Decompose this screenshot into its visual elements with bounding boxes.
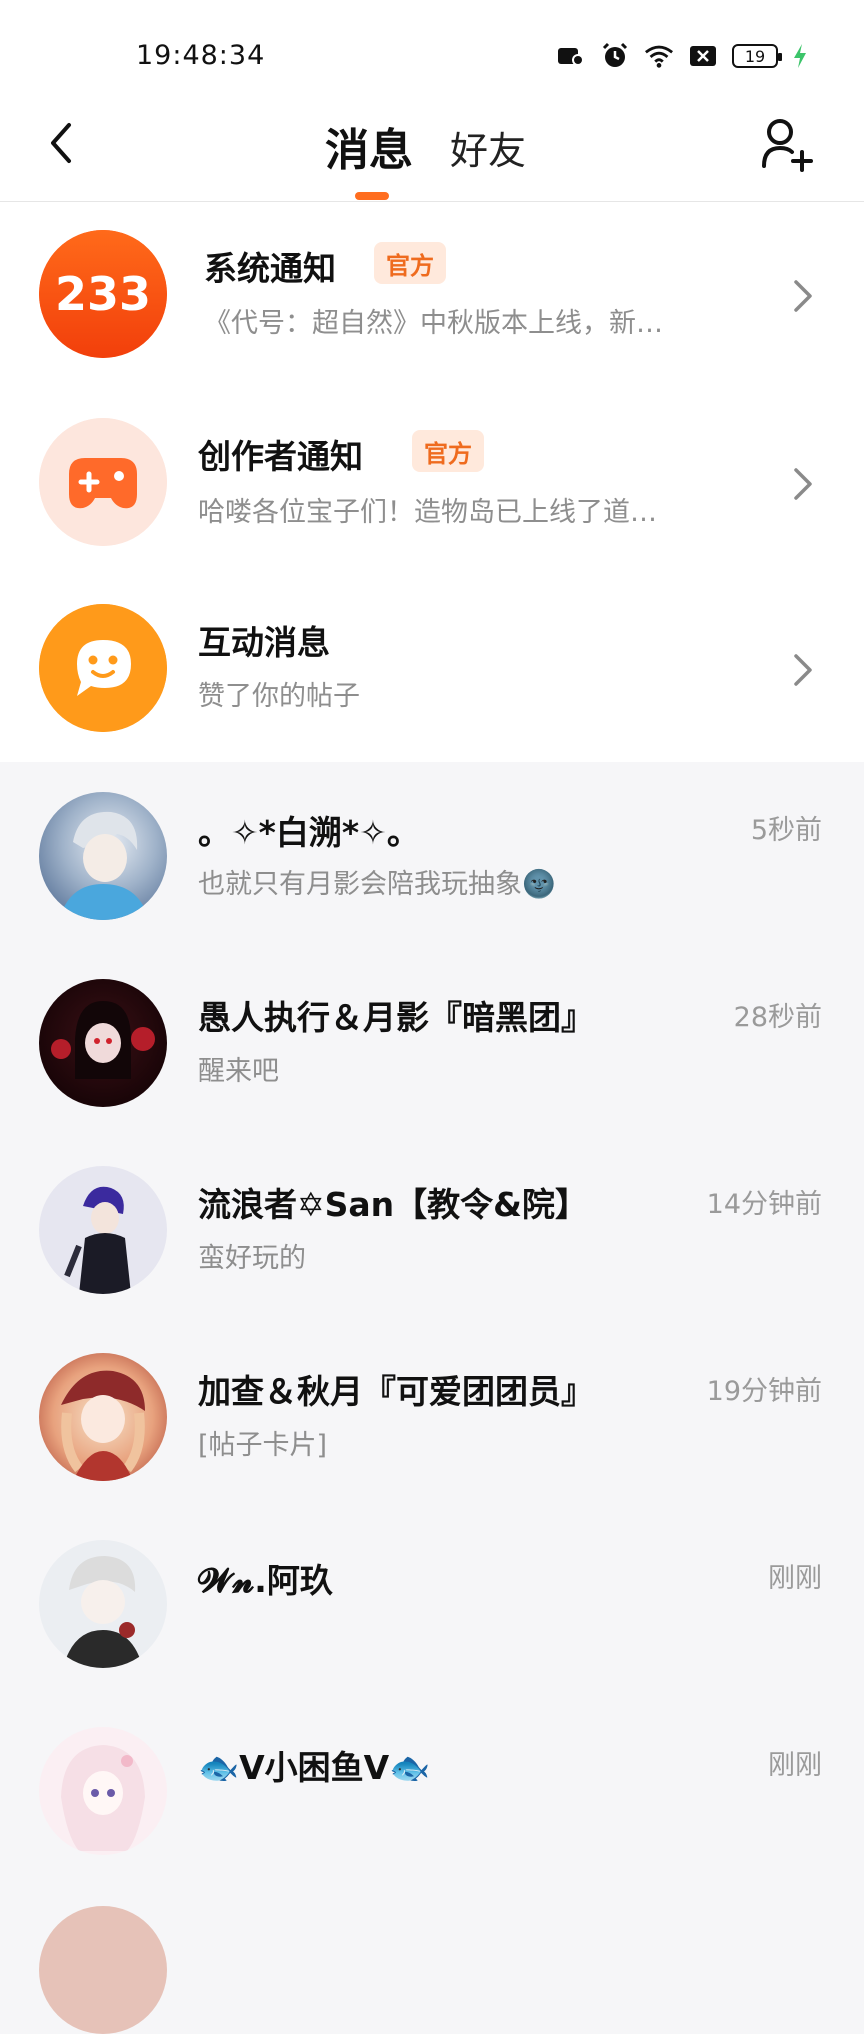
list-item-system-notice[interactable]: 233 系统通知 官方 《代号：超自然》中秋版本上线，新… — [0, 202, 864, 388]
avatar-233-text: 233 — [55, 267, 151, 321]
user-avatar — [39, 979, 167, 1107]
list-item-title: 系统通知 — [204, 249, 336, 288]
status-bar: 19:48:34 19 — [0, 0, 864, 100]
chat-name: 愚人执行＆月影『暗黑团』 — [198, 998, 594, 1037]
status-time: 19:48:34 — [136, 40, 266, 71]
chat-name: 。✧*白溯*✧。 — [198, 813, 420, 852]
list-item-title: 创作者通知 — [198, 437, 363, 476]
chat-name: 🐟V小困鱼V🐟 — [198, 1748, 431, 1787]
chat-name: 𝓦𝓷.阿玖 — [198, 1561, 333, 1600]
user-avatar — [39, 1727, 167, 1855]
screen-record-icon — [556, 42, 586, 70]
interaction-avatar — [39, 604, 167, 732]
tab-indicator — [355, 192, 389, 200]
chevron-right-icon — [794, 654, 812, 686]
user-avatar — [39, 1540, 167, 1668]
chat-row[interactable]: 🐟V小困鱼V🐟 刚刚 — [0, 1697, 864, 1883]
chevron-right-icon — [794, 280, 812, 312]
add-friend-button[interactable] — [758, 116, 814, 172]
chat-time: 14分钟前 — [706, 1189, 822, 1220]
official-badge: 官方 — [374, 242, 446, 284]
charging-icon — [792, 42, 808, 70]
chat-preview: [帖子卡片] — [198, 1430, 328, 1461]
chat-preview: 蛮好玩的 — [198, 1243, 306, 1274]
list-item-preview: 赞了你的帖子 — [198, 681, 360, 712]
user-avatar — [39, 1353, 167, 1481]
alarm-icon — [600, 42, 630, 70]
battery-icon: 19 — [732, 44, 782, 68]
list-item-preview: 哈喽各位宝子们！造物岛已上线了道… — [198, 497, 657, 528]
back-button[interactable] — [40, 118, 80, 168]
chat-preview: 醒来吧 — [198, 1056, 279, 1087]
gamepad-icon — [39, 418, 167, 546]
tab-friends[interactable]: 好友 — [450, 120, 526, 175]
system-notice-avatar: 233 — [39, 230, 167, 358]
chat-row[interactable]: 流浪者✡San【教令&院】 14分钟前 蛮好玩的 — [0, 1136, 864, 1322]
list-item-preview: 《代号：超自然》中秋版本上线，新… — [204, 308, 663, 339]
chat-bubble-icon — [39, 604, 167, 732]
add-user-icon — [762, 119, 813, 172]
user-avatar — [39, 792, 167, 920]
top-nav: 消息 好友 — [0, 100, 864, 202]
list-item-title: 互动消息 — [198, 623, 330, 662]
official-badge: 官方 — [412, 430, 484, 472]
chat-name: 加查＆秋月『可爱团团员』 — [198, 1372, 594, 1411]
wifi-icon — [644, 42, 674, 70]
sim-off-icon — [688, 42, 718, 70]
list-item-creator-notice[interactable]: 创作者通知 官方 哈喽各位宝子们！造物岛已上线了道… — [0, 388, 864, 574]
chat-row[interactable]: 加查＆秋月『可爱团团员』 19分钟前 [帖子卡片] — [0, 1323, 864, 1509]
chat-time: 28秒前 — [733, 1002, 822, 1033]
chat-row[interactable]: 𝓦𝓷.阿玖 刚刚 — [0, 1510, 864, 1696]
user-avatar-partial — [39, 1906, 167, 2034]
chat-time: 刚刚 — [768, 1563, 822, 1594]
official-notices: 233 系统通知 官方 《代号：超自然》中秋版本上线，新… 创作者通知 官方 哈… — [0, 202, 864, 762]
creator-notice-avatar — [39, 418, 167, 546]
chat-preview: 也就只有月影会陪我玩抽象🌚 — [198, 869, 556, 900]
tab-messages[interactable]: 消息 — [325, 114, 413, 178]
user-avatar — [39, 1166, 167, 1294]
list-item-interactions[interactable]: 互动消息 赞了你的帖子 — [0, 574, 864, 760]
chat-row[interactable]: 。✧*白溯*✧。 5秒前 也就只有月影会陪我玩抽象🌚 — [0, 762, 864, 948]
chevron-left-icon — [51, 123, 71, 163]
chat-row[interactable]: 愚人执行＆月影『暗黑团』 28秒前 醒来吧 — [0, 949, 864, 1135]
status-icons: 19 — [556, 42, 808, 70]
chat-time: 19分钟前 — [706, 1376, 822, 1407]
chat-time: 刚刚 — [768, 1750, 822, 1781]
chat-time: 5秒前 — [750, 815, 822, 846]
chat-name: 流浪者✡San【教令&院】 — [198, 1185, 588, 1224]
chevron-right-icon — [794, 468, 812, 500]
